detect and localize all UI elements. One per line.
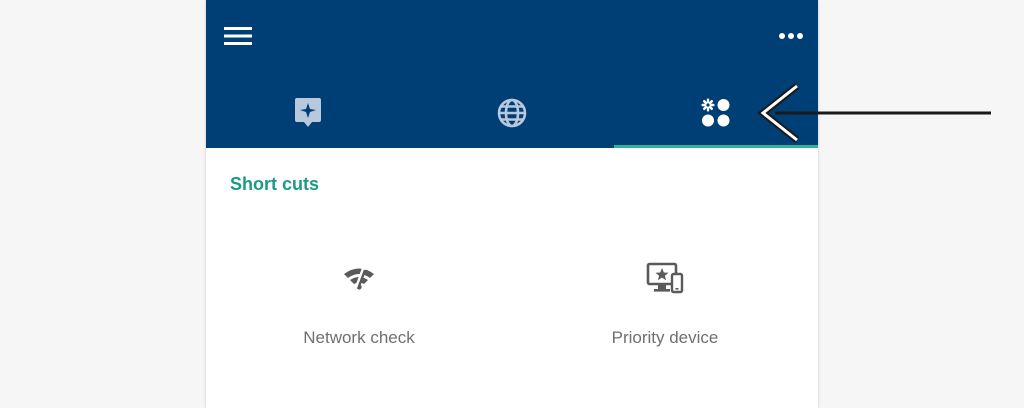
wifi-off-icon [344,267,374,291]
priority-device-icon [646,262,684,294]
screen: Short cuts Network check Priority device [0,0,1024,408]
apps-settings-icon [701,98,730,127]
more-options-button[interactable] [756,20,804,52]
priority-device-icon-wrap [512,258,818,298]
app-bar [206,0,818,148]
menu-button[interactable] [224,20,272,52]
tab-favorites[interactable] [206,78,410,148]
app-window: Short cuts Network check Priority device [206,0,818,408]
priority-device-label: Priority device [611,328,719,347]
star-location-icon [295,98,321,127]
network-check-label: Network check [303,328,415,347]
arrow-left-icon [757,83,991,143]
globe-icon [497,98,527,128]
priority-device-shortcut[interactable]: Priority device [512,258,818,368]
network-check-shortcut[interactable]: Network check [206,258,512,368]
shortcut-list: Network check Priority device [206,258,818,368]
section-title: Short cuts [230,174,320,194]
tab-bar [206,78,818,148]
shortcuts-panel: Short cuts Network check Priority device [206,148,818,408]
hamburger-menu-icon [224,27,252,45]
tab-internet[interactable] [410,78,614,148]
more-horizontal-icon [779,33,803,39]
network-check-icon-wrap [206,258,512,298]
